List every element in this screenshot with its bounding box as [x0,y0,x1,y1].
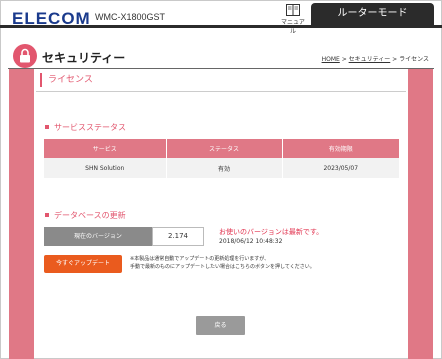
update-now-button[interactable]: 今すぐアップデート [44,255,122,273]
breadcrumb-current: ライセンス [399,56,429,63]
bullet-square-icon [45,124,49,129]
service-name-cell: SHN Solution [44,158,167,178]
right-side-band [408,69,433,359]
update-note-line: 手動で最新のものにアップデートしたい場合はこちらのボタンを押してください。 [130,264,315,270]
page-title-badge [13,44,37,68]
table-row: SHN Solution 有効 2023/05/07 [44,158,399,178]
breadcrumb-separator: > [339,56,349,63]
service-status-title: サービスステータス [54,123,126,132]
left-side-band [9,69,34,359]
page-title: セキュリティー [42,51,126,65]
update-note-line: ※本製品は通常自動でアップデートの更新処理を行いますが、 [130,256,270,262]
service-status-heading: サービスステータス [45,122,126,133]
lock-icon [20,48,30,63]
update-note: ※本製品は通常自動でアップデートの更新処理を行いますが、 手動で最新のものにアッ… [130,255,315,271]
breadcrumb-separator: > [390,56,400,63]
service-status-table: サービス ステータス 有効期限 SHN Solution 有効 2023/05/… [44,139,399,178]
current-version-label: 現在のバージョン [44,227,152,246]
bullet-square-icon [45,212,49,217]
breadcrumb-home-link[interactable]: HOME [322,56,340,63]
update-timestamp: 2018/06/12 10:48:32 [219,238,283,245]
title-divider [8,68,434,69]
breadcrumb-security-link[interactable]: セキュリティー [349,56,391,63]
breadcrumb: HOME > セキュリティー > ライセンス [322,54,429,63]
status-cell: 有効 [166,158,283,178]
current-version-value: 2.174 [152,227,204,246]
database-update-heading: データベースの更新 [45,210,126,221]
expiry-date-cell: 2023/05/07 [282,158,399,178]
header-divider [0,25,442,28]
model-name: WMC-X1800GST [95,12,166,22]
section-title: ライセンス [40,73,93,87]
router-mode-tab[interactable]: ルーターモード [311,3,434,25]
book-icon [286,4,300,16]
table-header-row: サービス ステータス 有効期限 [44,139,399,158]
latest-version-message: お使いのバージョンは最新です。 [219,228,324,236]
database-update-title: データベースの更新 [54,211,126,220]
section-divider [36,91,406,92]
back-button[interactable]: 戻る [196,316,245,335]
column-header-status: ステータス [166,139,283,158]
manual-button[interactable]: マニュアル [281,4,305,35]
column-header-expiry: 有効期限 [282,139,399,158]
column-header-service: サービス [44,139,167,158]
